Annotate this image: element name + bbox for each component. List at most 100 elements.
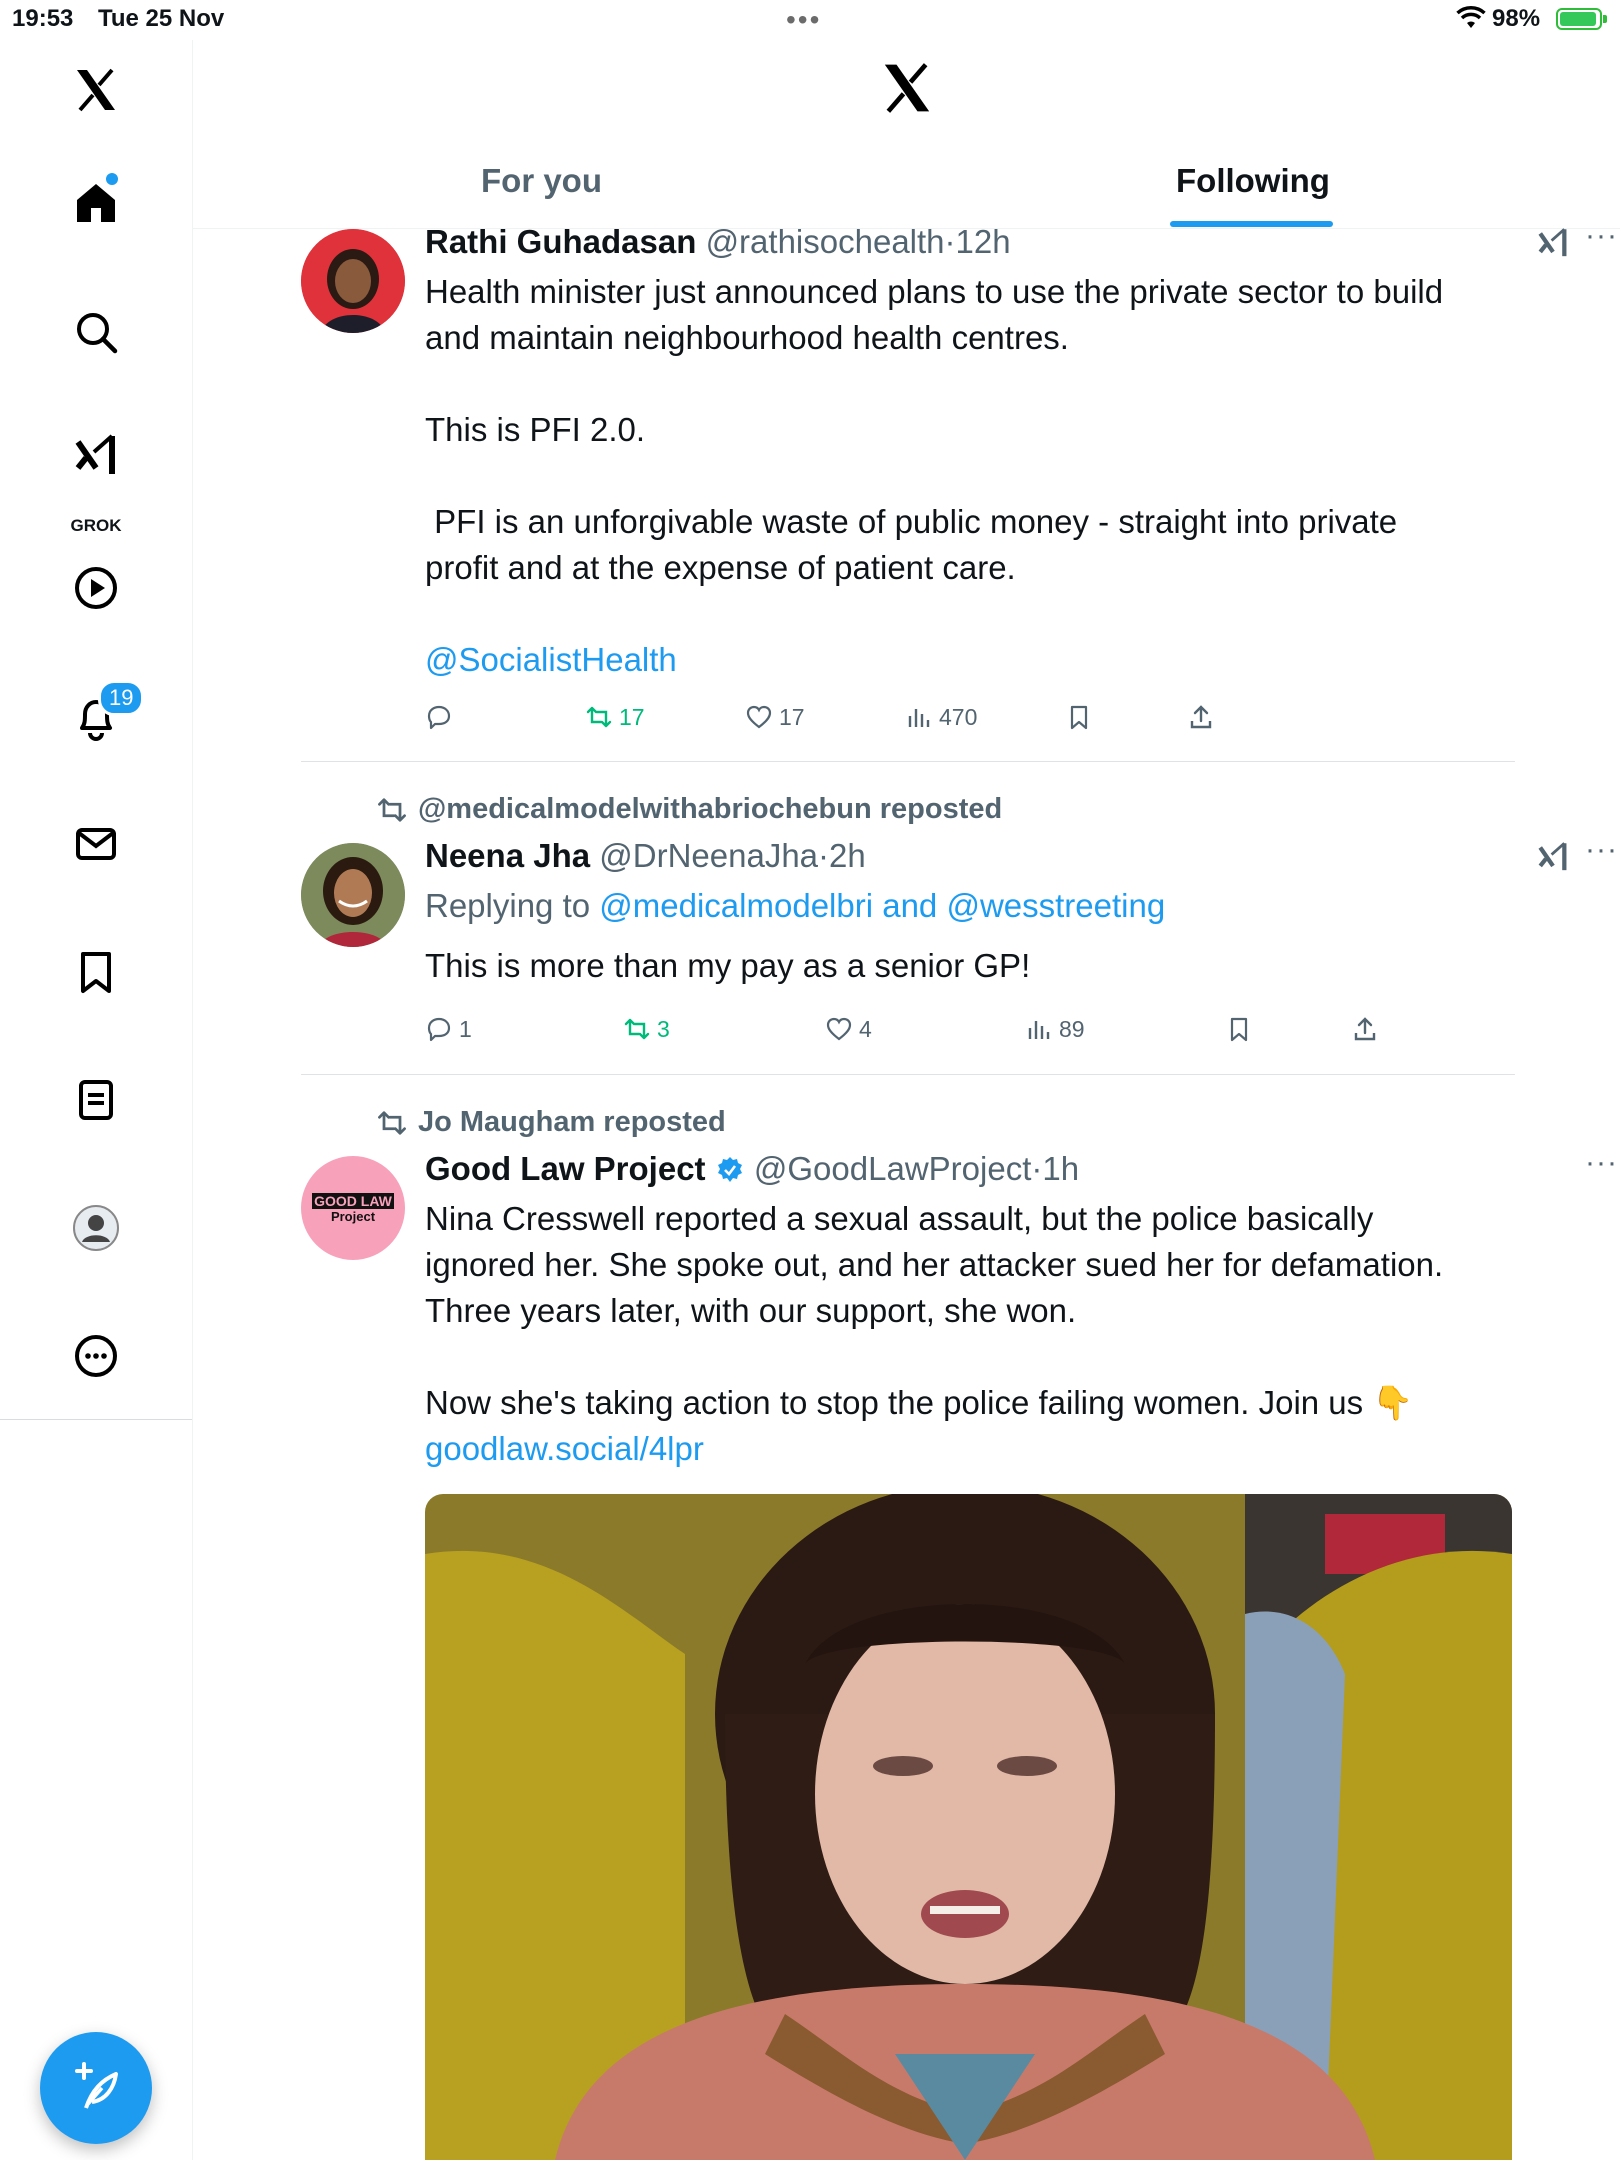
reply-count: 1 xyxy=(459,1015,472,1042)
status-bar: 19:53 Tue 25 Nov ••• 98% xyxy=(0,0,1620,40)
notifications-badge: 19 xyxy=(98,680,145,716)
messages-envelope-icon[interactable] xyxy=(66,814,126,874)
grok-explain-icon[interactable] xyxy=(1536,225,1570,264)
bookmark-button[interactable] xyxy=(1065,703,1093,731)
tweet-divider xyxy=(301,1074,1515,1075)
video-play-icon[interactable] xyxy=(66,558,126,618)
compose-feather-icon xyxy=(75,2062,118,2109)
repost-icon xyxy=(624,1018,650,1040)
views-chart-icon xyxy=(908,709,930,727)
tweet-author-line: Good Law Project @GoodLawProject·1h xyxy=(425,1150,1079,1188)
reply-button[interactable] xyxy=(425,703,459,731)
tweet-text: This is more than my pay as a senior GP! xyxy=(425,947,1031,984)
author-name[interactable]: Rathi Guhadasan xyxy=(425,223,696,260)
author-handle[interactable]: @GoodLawProject xyxy=(754,1150,1031,1187)
wifi-icon xyxy=(1456,6,1486,35)
repost-button[interactable]: 17 xyxy=(585,703,645,731)
bookmark-button[interactable] xyxy=(1225,1015,1253,1043)
repost-button[interactable]: 3 xyxy=(623,1015,670,1043)
views-count: 470 xyxy=(939,703,978,730)
compose-post-button[interactable] xyxy=(40,2032,152,2144)
tweet-actions: 17 17 470 xyxy=(425,703,1425,743)
reposted-by-text: Jo Maugham reposted xyxy=(418,1106,726,1138)
tweet-text: Health minister just announced plans to … xyxy=(425,269,1515,683)
tweet-time[interactable]: 2h xyxy=(829,837,866,874)
profile-avatar-icon[interactable] xyxy=(66,1198,126,1258)
verified-badge-icon xyxy=(717,1157,742,1182)
author-name[interactable]: Good Law Project xyxy=(425,1150,706,1187)
replying-to-line: Replying to @medicalmodelbri and @wesstr… xyxy=(425,887,1165,925)
search-icon[interactable] xyxy=(66,302,126,362)
avatar[interactable] xyxy=(301,843,405,947)
author-handle[interactable]: @rathisochealth xyxy=(706,223,945,260)
battery-icon xyxy=(1556,8,1607,30)
avatar-logo-text: GOOD LAW xyxy=(312,1192,394,1209)
grok-icon[interactable] xyxy=(66,424,126,484)
battery-percent: 98% xyxy=(1492,5,1541,32)
tweet-video-media[interactable] xyxy=(425,1494,1512,2160)
bookmarks-icon[interactable] xyxy=(66,942,126,1002)
tweet-text: Nina Cresswell reported a sexual assault… xyxy=(425,1196,1515,1472)
sidebar-divider xyxy=(0,1419,192,1420)
grok-explain-icon[interactable] xyxy=(1536,839,1570,878)
tweet-time[interactable]: 12h xyxy=(956,223,1011,260)
like-button[interactable]: 17 xyxy=(745,703,805,731)
share-button[interactable] xyxy=(1187,703,1215,731)
views-button[interactable]: 470 xyxy=(905,703,977,731)
like-count: 17 xyxy=(779,703,805,730)
views-count: 89 xyxy=(1059,1015,1085,1042)
author-name[interactable]: Neena Jha xyxy=(425,837,590,874)
tweet-actions: 1 3 4 89 xyxy=(425,1015,1425,1055)
x-logo-icon[interactable] xyxy=(66,60,126,120)
active-tab-indicator xyxy=(1170,221,1333,227)
multitasking-dots-icon[interactable]: ••• xyxy=(786,4,821,36)
bookmark-icon xyxy=(1230,1017,1248,1042)
repost-icon xyxy=(586,706,612,728)
mention-link[interactable]: @SocialistHealth xyxy=(425,641,677,678)
replying-prefix: Replying to xyxy=(425,887,591,924)
video-thumbnail-image xyxy=(425,1494,1512,2160)
views-button[interactable]: 89 xyxy=(1025,1015,1085,1043)
repost-count: 3 xyxy=(657,1015,670,1042)
reposted-by-line[interactable]: Jo Maugham reposted xyxy=(376,1106,726,1139)
share-button[interactable] xyxy=(1351,1015,1379,1043)
like-button[interactable]: 4 xyxy=(825,1015,872,1043)
tab-for-you[interactable]: For you xyxy=(481,162,602,200)
repost-indicator-icon xyxy=(378,797,406,822)
tweet-author-line: Neena Jha @DrNeenaJha·2h xyxy=(425,837,866,875)
reposted-by-text: @medicalmodelwithabriochebun reposted xyxy=(418,793,1003,825)
author-handle[interactable]: @DrNeenaJha xyxy=(599,837,818,874)
heart-icon xyxy=(746,705,772,729)
reply-button[interactable]: 1 xyxy=(425,1015,472,1043)
views-chart-icon xyxy=(1028,1021,1050,1039)
more-options-icon[interactable]: ··· xyxy=(1585,1146,1618,1180)
repost-indicator-icon xyxy=(378,1110,406,1135)
sidebar-nav: GROK 19 xyxy=(0,40,193,2160)
avatar[interactable]: GOOD LAW Project xyxy=(301,1156,405,1260)
separator-dot: · xyxy=(1031,1150,1043,1187)
replying-to-handles[interactable]: @medicalmodelbri and @wesstreeting xyxy=(599,887,1165,924)
status-date: Tue 25 Nov xyxy=(98,5,225,32)
status-time: 19:53 xyxy=(12,5,74,32)
reply-icon xyxy=(427,705,451,730)
grok-label: GROK xyxy=(70,516,122,535)
more-options-icon[interactable] xyxy=(66,1326,126,1386)
reposted-by-line[interactable]: @medicalmodelwithabriochebun reposted xyxy=(376,793,1002,826)
timeline-header: For you Following xyxy=(193,40,1620,229)
avatar[interactable] xyxy=(301,229,405,333)
share-icon xyxy=(1190,705,1212,729)
external-link[interactable]: goodlaw.social/4lpr xyxy=(425,1430,704,1467)
tweet-divider xyxy=(301,761,1515,762)
tab-following[interactable]: Following xyxy=(1176,162,1330,200)
share-icon xyxy=(1354,1017,1376,1041)
tweet-text-content: Health minister just announced plans to … xyxy=(425,273,1444,586)
bookmark-icon xyxy=(1070,705,1088,730)
more-options-icon[interactable]: ··· xyxy=(1585,219,1618,253)
tweet-text-content: Nina Cresswell reported a sexual assault… xyxy=(425,1200,1444,1421)
tweet-time[interactable]: 1h xyxy=(1042,1150,1079,1187)
heart-icon xyxy=(826,1017,852,1041)
lists-icon[interactable] xyxy=(66,1070,126,1130)
more-options-icon[interactable]: ··· xyxy=(1585,833,1618,867)
like-count: 4 xyxy=(859,1015,872,1042)
avatar-logo-subtext: Project xyxy=(330,1208,376,1224)
